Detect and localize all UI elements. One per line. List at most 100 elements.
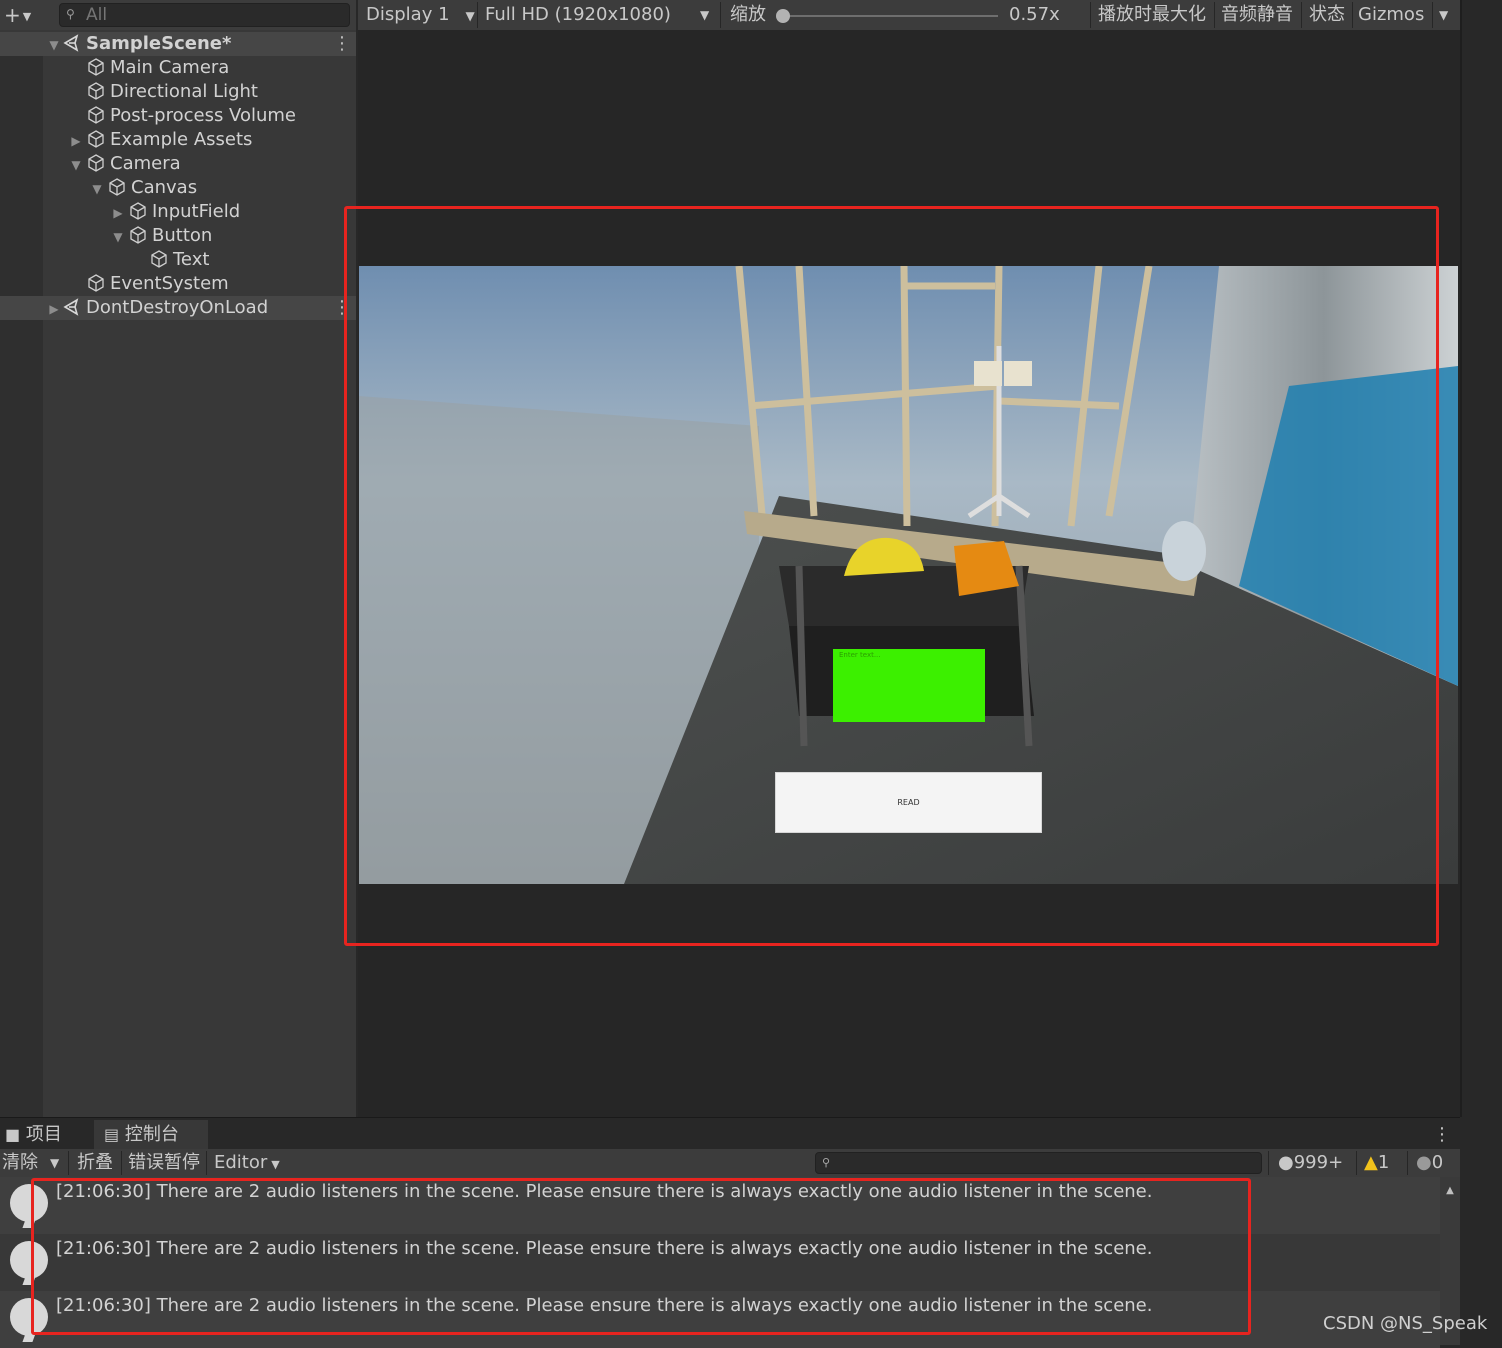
editor-label: Editor — [214, 1152, 268, 1173]
tree-item-label: Directional Light — [110, 81, 258, 102]
hierarchy-toolbar: + ▼ ⚲ — [0, 0, 356, 30]
tree-item-inputfield[interactable]: ▶ InputField — [108, 200, 240, 224]
scene-menu-kebab-icon[interactable]: ⋮ — [333, 297, 351, 318]
gameobject-cube-icon — [149, 249, 169, 269]
panel-menu-kebab-icon[interactable]: ⋮ — [1433, 1120, 1451, 1150]
log-text: [21:06:30] There are 2 audio listeners i… — [56, 1238, 1153, 1259]
toolbar-divider — [1090, 2, 1091, 28]
input-placeholder: Enter text... — [839, 651, 881, 659]
log-entry[interactable]: [21:06:30] There are 2 audio listeners i… — [0, 1291, 1440, 1348]
game-viewport[interactable]: Enter text... READ — [359, 266, 1458, 884]
chevron-down-icon: ▼ — [465, 9, 475, 23]
toolbar-divider — [1301, 2, 1302, 28]
tree-item-post-process-volume[interactable]: Post-process Volume — [86, 104, 296, 128]
tree-item-camera[interactable]: ▼ Camera — [66, 152, 181, 177]
mute-audio-toggle[interactable]: 音频静音 — [1221, 0, 1293, 30]
maximize-on-play-toggle[interactable]: 播放时最大化 — [1098, 0, 1206, 30]
scroll-up-arrow-icon[interactable]: ▲ — [1440, 1185, 1460, 1196]
tree-item-label: Camera — [110, 153, 181, 174]
log-message-icon — [10, 1241, 48, 1279]
search-icon: ⚲ — [66, 7, 75, 21]
chevron-down-icon: ▼ — [271, 1158, 280, 1171]
console-icon: ▤ — [104, 1125, 120, 1144]
tree-scene-dontdestroyonload[interactable]: ▶ DontDestroyOnLoad — [46, 296, 268, 320]
fold-arrow-icon[interactable]: ▼ — [108, 225, 128, 249]
toolbar-divider — [121, 1151, 122, 1175]
unity-scene-icon — [62, 33, 82, 53]
warning-count-toggle[interactable]: ▲1 — [1364, 1149, 1389, 1177]
tree-scene-samplescene[interactable]: ▼ SampleScene* — [46, 32, 231, 56]
log-count: 999+ — [1293, 1152, 1344, 1173]
fold-arrow-icon[interactable]: ▼ — [66, 153, 86, 177]
search-icon: ⚲ — [822, 1156, 831, 1169]
gameobject-cube-icon — [86, 105, 106, 125]
fold-arrow-icon[interactable]: ▶ — [66, 129, 86, 153]
scene-menu-kebab-icon[interactable]: ⋮ — [333, 33, 351, 54]
info-icon: ● — [1278, 1152, 1294, 1173]
toolbar-divider — [477, 2, 478, 28]
zoom-slider-track[interactable] — [783, 15, 998, 17]
input-field[interactable]: Enter text... — [833, 649, 985, 722]
read-button[interactable]: READ — [775, 772, 1042, 833]
zoom-value: 0.57x — [1009, 4, 1060, 25]
stats-toggle[interactable]: 状态 — [1309, 0, 1345, 30]
resolution-dropdown[interactable]: Full HD (1920x1080) ▼ — [485, 0, 709, 30]
read-button-label: READ — [897, 798, 920, 807]
log-entry[interactable]: [21:06:30] There are 2 audio listeners i… — [0, 1177, 1440, 1234]
gameobject-cube-icon — [86, 129, 106, 149]
clear-button[interactable]: 清除 — [2, 1149, 38, 1177]
tab-label: 控制台 — [124, 1124, 179, 1145]
tab-project[interactable]: ■ 项目 — [5, 1120, 62, 1150]
console-toolbar: 清除 ▼ 折叠 错误暂停 Editor ▼ ⚲ ●999+ ▲1 ●0 — [0, 1149, 1460, 1177]
tree-item-text[interactable]: Text — [149, 248, 209, 272]
tab-console[interactable]: ▤ 控制台 — [94, 1120, 208, 1150]
hierarchy-search[interactable]: ⚲ — [59, 3, 350, 27]
watermark-text: CSDN @NS_Speak — [1323, 1313, 1488, 1334]
toolbar-divider — [206, 1151, 207, 1175]
gameobject-cube-icon — [86, 81, 106, 101]
tree-item-button[interactable]: ▼ Button — [108, 224, 212, 248]
zoom-label: 缩放 — [730, 4, 766, 25]
gizmos-dropdown-chevron-icon[interactable]: ▼ — [1439, 0, 1448, 30]
scene-name: DontDestroyOnLoad — [86, 297, 269, 318]
hierarchy-search-input[interactable] — [86, 4, 341, 26]
tree-item-label: Example Assets — [110, 129, 253, 150]
toolbar-divider — [1432, 2, 1433, 28]
error-icon: ● — [1416, 1152, 1432, 1173]
warning-count: 1 — [1377, 1152, 1390, 1173]
tree-item-example-assets[interactable]: ▶ Example Assets — [66, 128, 252, 152]
folder-icon: ■ — [5, 1125, 21, 1144]
hierarchy-gutter — [0, 54, 43, 1117]
tree-item-eventsystem[interactable]: EventSystem — [86, 272, 229, 296]
gizmos-toggle[interactable]: Gizmos — [1358, 0, 1424, 30]
console-search-input[interactable]: ⚲ — [815, 1152, 1262, 1174]
fold-arrow-icon[interactable]: ▼ — [46, 33, 62, 57]
error-count-toggle[interactable]: ●0 — [1416, 1149, 1443, 1177]
toolbar-divider — [68, 1151, 69, 1175]
tree-item-main-camera[interactable]: Main Camera — [86, 56, 229, 80]
display-dropdown[interactable]: Display 1 ▼ — [366, 0, 475, 30]
tree-item-label: Main Camera — [110, 57, 230, 78]
tree-item-label: Post-process Volume — [110, 105, 296, 126]
clear-options-chevron-icon[interactable]: ▼ — [50, 1149, 59, 1177]
tree-item-label: InputField — [152, 201, 241, 222]
add-object-button[interactable]: + ▼ — [4, 4, 44, 26]
game-toolbar: Display 1 ▼ Full HD (1920x1080) ▼ 缩放 0.57x… — [358, 0, 1460, 30]
log-count-toggle[interactable]: ●999+ — [1278, 1149, 1343, 1177]
gameobject-cube-icon — [86, 273, 106, 293]
fold-arrow-icon[interactable]: ▼ — [87, 177, 107, 201]
fold-arrow-icon[interactable]: ▶ — [108, 201, 128, 225]
collapse-toggle[interactable]: 折叠 — [77, 1149, 113, 1177]
tree-item-directional-light[interactable]: Directional Light — [86, 80, 258, 104]
toolbar-divider — [1214, 2, 1215, 28]
error-pause-toggle[interactable]: 错误暂停 — [128, 1149, 200, 1177]
tree-item-canvas[interactable]: ▼ Canvas — [87, 176, 197, 200]
log-entry[interactable]: [21:06:30] There are 2 audio listeners i… — [0, 1234, 1440, 1291]
toolbar-divider — [1407, 1151, 1408, 1175]
error-count: 0 — [1431, 1152, 1444, 1173]
fold-arrow-icon[interactable]: ▶ — [46, 297, 62, 321]
editor-dropdown[interactable]: Editor ▼ — [214, 1149, 280, 1177]
zoom-slider-handle[interactable] — [776, 9, 790, 23]
bottom-tabs-bar: ■ 项目 ▤ 控制台 ⋮ — [0, 1117, 1460, 1150]
plus-icon: + — [4, 3, 21, 27]
